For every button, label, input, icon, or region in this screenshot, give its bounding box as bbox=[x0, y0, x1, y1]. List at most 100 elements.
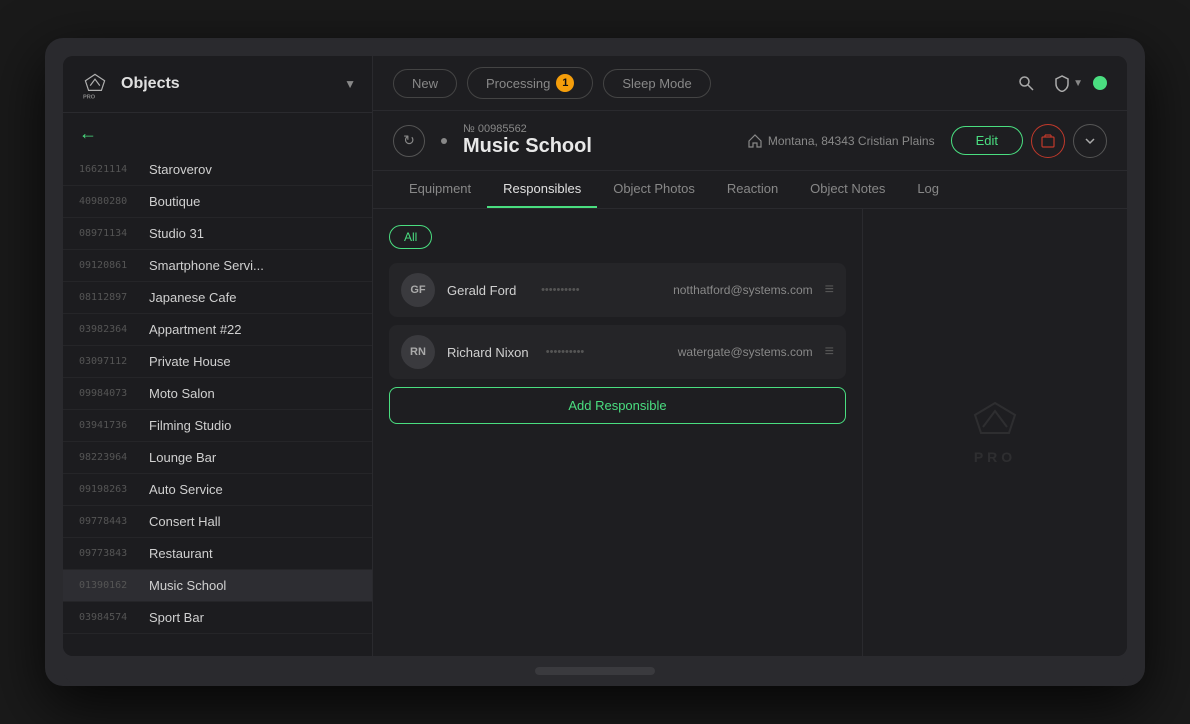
item-name: Restaurant bbox=[149, 546, 213, 561]
item-id: 16621114 bbox=[79, 164, 149, 175]
tab-reaction[interactable]: Reaction bbox=[711, 171, 794, 208]
add-responsible-button[interactable]: Add Responsible bbox=[389, 387, 846, 424]
responsibles-container: GF Gerald Ford •••••••••• notthatford@sy… bbox=[389, 263, 846, 379]
item-name: Music School bbox=[149, 578, 226, 593]
top-bar: New Processing 1 Sleep Mode bbox=[373, 56, 1127, 111]
object-header: ↻ № 00985562 Music School Montana, 84343… bbox=[373, 111, 1127, 171]
svg-text:PRO: PRO bbox=[83, 94, 96, 100]
list-item[interactable]: 08112897 Japanese Cafe bbox=[63, 282, 372, 314]
shield-dropdown-icon: ▼ bbox=[1073, 78, 1083, 89]
search-button[interactable] bbox=[1009, 66, 1043, 100]
list-item[interactable]: 01390162 Music School bbox=[63, 570, 372, 602]
item-name: Private House bbox=[149, 354, 231, 369]
list-item[interactable]: 09778443 Consert Hall bbox=[63, 506, 372, 538]
item-name: Moto Salon bbox=[149, 386, 215, 401]
list-item[interactable]: 16621114 Staroverov bbox=[63, 154, 372, 186]
online-status-indicator bbox=[1093, 76, 1107, 90]
tab-photos[interactable]: Object Photos bbox=[597, 171, 711, 208]
item-id: 08971134 bbox=[79, 228, 149, 239]
shield-button[interactable]: ▼ bbox=[1053, 74, 1083, 92]
processing-badge: 1 bbox=[556, 74, 574, 92]
refresh-button[interactable]: ↻ bbox=[393, 125, 425, 157]
item-id: 01390162 bbox=[79, 580, 149, 591]
tab-log[interactable]: Log bbox=[901, 171, 955, 208]
list-item[interactable]: 09198263 Auto Service bbox=[63, 474, 372, 506]
responsible-name: Gerald Ford bbox=[447, 283, 529, 298]
item-name: Lounge Bar bbox=[149, 450, 216, 465]
tab-responsibles[interactable]: Responsibles bbox=[487, 171, 597, 208]
app-title: Objects bbox=[121, 75, 334, 93]
item-name: Sport Bar bbox=[149, 610, 204, 625]
item-id: 09120861 bbox=[79, 260, 149, 271]
processing-tab-button[interactable]: Processing 1 bbox=[467, 67, 593, 99]
item-id: 03097112 bbox=[79, 356, 149, 367]
tab-notes[interactable]: Object Notes bbox=[794, 171, 901, 208]
delete-button[interactable] bbox=[1031, 124, 1065, 158]
responsible-item: RN Richard Nixon •••••••••• watergate@sy… bbox=[389, 325, 846, 379]
responsible-name: Richard Nixon bbox=[447, 345, 534, 360]
item-name: Consert Hall bbox=[149, 514, 221, 529]
responsible-email: notthatford@systems.com bbox=[673, 283, 813, 297]
item-id: 98223964 bbox=[79, 452, 149, 463]
item-id: 09773843 bbox=[79, 548, 149, 559]
item-name: Appartment #22 bbox=[149, 322, 242, 337]
responsible-phone: •••••••••• bbox=[546, 346, 666, 358]
avatar: GF bbox=[401, 273, 435, 307]
list-item[interactable]: 08971134 Studio 31 bbox=[63, 218, 372, 250]
list-item[interactable]: 40980280 Boutique bbox=[63, 186, 372, 218]
item-name: Filming Studio bbox=[149, 418, 231, 433]
list-item[interactable]: 03984574 Sport Bar bbox=[63, 602, 372, 634]
search-icon bbox=[1018, 75, 1034, 91]
item-id: 09984073 bbox=[79, 388, 149, 399]
list-item[interactable]: 03982364 Appartment #22 bbox=[63, 314, 372, 346]
logo-icon: PRO bbox=[79, 68, 111, 100]
responsible-item: GF Gerald Ford •••••••••• notthatford@sy… bbox=[389, 263, 846, 317]
tab-equipment[interactable]: Equipment bbox=[393, 171, 487, 208]
item-id: 09778443 bbox=[79, 516, 149, 527]
item-name: Auto Service bbox=[149, 482, 223, 497]
object-number: № 00985562 bbox=[463, 123, 732, 135]
item-id: 03984574 bbox=[79, 612, 149, 623]
dropdown-arrow-icon[interactable]: ▼ bbox=[344, 77, 356, 91]
item-id: 08112897 bbox=[79, 292, 149, 303]
sidebar-list: 16621114 Staroverov 40980280 Boutique 08… bbox=[63, 154, 372, 656]
item-id: 03941736 bbox=[79, 420, 149, 431]
shield-icon bbox=[1053, 74, 1071, 92]
new-tab-button[interactable]: New bbox=[393, 69, 457, 98]
expand-button[interactable] bbox=[1073, 124, 1107, 158]
item-name: Japanese Cafe bbox=[149, 290, 236, 305]
item-name: Boutique bbox=[149, 194, 200, 209]
list-item[interactable]: 09984073 Moto Salon bbox=[63, 378, 372, 410]
item-name: Staroverov bbox=[149, 162, 212, 177]
list-item[interactable]: 98223964 Lounge Bar bbox=[63, 442, 372, 474]
watermark-logo-icon bbox=[965, 401, 1025, 441]
chevron-down-icon bbox=[1083, 134, 1097, 148]
responsible-menu-button[interactable]: ≡ bbox=[825, 343, 834, 361]
trash-icon bbox=[1041, 134, 1055, 148]
avatar: RN bbox=[401, 335, 435, 369]
watermark: PRO bbox=[965, 401, 1025, 465]
item-id: 03982364 bbox=[79, 324, 149, 335]
status-dot-small bbox=[441, 138, 447, 144]
object-actions: Edit bbox=[951, 124, 1107, 158]
edit-button[interactable]: Edit bbox=[951, 126, 1023, 155]
responsible-email: watergate@systems.com bbox=[678, 345, 813, 359]
back-button[interactable]: ← bbox=[79, 123, 97, 143]
laptop-notch bbox=[535, 667, 655, 675]
responsible-menu-button[interactable]: ≡ bbox=[825, 281, 834, 299]
list-item[interactable]: 09773843 Restaurant bbox=[63, 538, 372, 570]
list-item[interactable]: 03941736 Filming Studio bbox=[63, 410, 372, 442]
object-info: № 00985562 Music School bbox=[463, 123, 732, 158]
main-content: New Processing 1 Sleep Mode bbox=[373, 56, 1127, 656]
item-name: Smartphone Servi... bbox=[149, 258, 264, 273]
object-tabs: EquipmentResponsiblesObject PhotosReacti… bbox=[373, 171, 1127, 209]
filter-all-button[interactable]: All bbox=[389, 225, 432, 249]
list-item[interactable]: 03097112 Private House bbox=[63, 346, 372, 378]
sleep-mode-tab-button[interactable]: Sleep Mode bbox=[603, 69, 710, 98]
responsible-phone: •••••••••• bbox=[541, 284, 661, 296]
item-id: 09198263 bbox=[79, 484, 149, 495]
object-name: Music School bbox=[463, 135, 732, 158]
object-location: Montana, 84343 Cristian Plains bbox=[748, 134, 935, 148]
sidebar-back-area: ← bbox=[63, 113, 372, 154]
list-item[interactable]: 09120861 Smartphone Servi... bbox=[63, 250, 372, 282]
